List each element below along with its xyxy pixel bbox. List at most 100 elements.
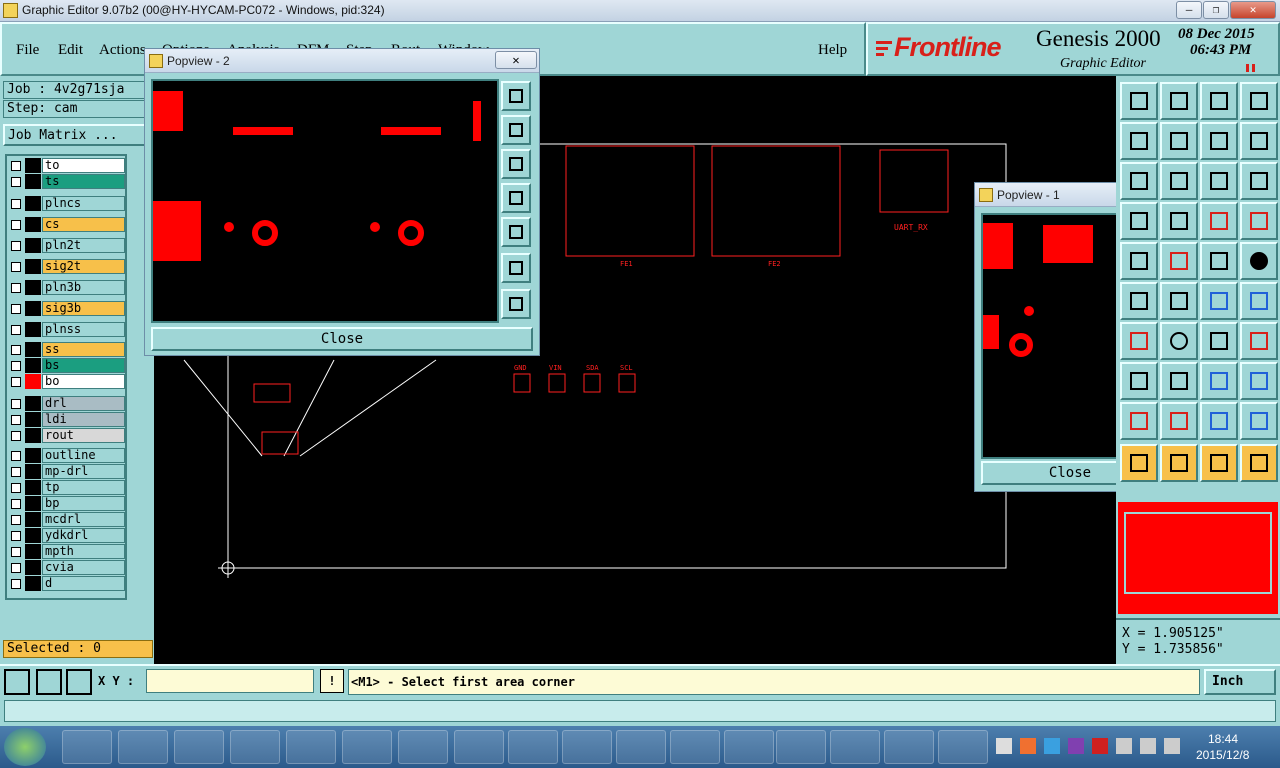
component-small[interactable] <box>261 431 299 455</box>
layer-name[interactable]: mp-drl <box>42 464 125 479</box>
layer-checkbox[interactable] <box>11 199 21 209</box>
layer-checkbox[interactable] <box>11 451 21 461</box>
restore-button[interactable]: ❐ <box>1203 1 1229 19</box>
tray-icon[interactable] <box>996 738 1012 754</box>
command-line[interactable] <box>4 700 1276 722</box>
popview-2-window[interactable]: Popview - 2 ✕ Close <box>144 48 540 356</box>
popview-2-x-button[interactable]: ✕ <box>495 51 537 69</box>
layer-name[interactable]: cvia <box>42 560 125 575</box>
layer-checkbox[interactable] <box>11 431 21 441</box>
tool-pan-left-icon[interactable] <box>1120 122 1158 160</box>
layer-row-bs[interactable]: bs <box>7 358 125 373</box>
tool-scale-icon[interactable] <box>1200 162 1238 200</box>
tool-move-up-icon[interactable] <box>1120 82 1158 120</box>
popview-1-view[interactable] <box>981 213 1123 459</box>
layer-name[interactable]: ydkdrl <box>42 528 125 543</box>
layer-row-mpth[interactable]: mpth <box>7 544 125 559</box>
pad-vin[interactable] <box>548 373 566 393</box>
tool-arc-icon[interactable] <box>1160 322 1198 360</box>
tool-text-icon[interactable] <box>1240 322 1278 360</box>
popview-2-tool-1[interactable] <box>501 81 531 111</box>
tool-move-down-icon[interactable] <box>1160 82 1198 120</box>
layer-row-mp-drl[interactable]: mp-drl <box>7 464 125 479</box>
layer-row-plncs[interactable]: plncs <box>7 196 125 211</box>
taskbar-x-window-icon[interactable] <box>616 730 666 764</box>
layer-name[interactable]: pln2t <box>42 238 125 253</box>
tool-draw-icon[interactable] <box>1120 322 1158 360</box>
tray-icon[interactable] <box>1020 738 1036 754</box>
popview-2-tool-2[interactable] <box>501 115 531 145</box>
taskbar-app-p-icon[interactable] <box>230 730 280 764</box>
taskbar-app-g-icon[interactable] <box>174 730 224 764</box>
tool-surface-2-icon[interactable] <box>1160 402 1198 440</box>
job-matrix-button[interactable]: Job Matrix ... <box>3 124 153 146</box>
tool-snap-icon[interactable] <box>1240 122 1278 160</box>
tool-delete-icon[interactable] <box>1160 282 1198 320</box>
tool-window-icon[interactable] <box>1240 82 1278 120</box>
layer-checkbox[interactable] <box>11 177 21 187</box>
flag-icon[interactable] <box>1164 738 1180 754</box>
layer-name[interactable]: outline <box>42 448 125 463</box>
layer-checkbox[interactable] <box>11 563 21 573</box>
tray-icon[interactable] <box>1092 738 1108 754</box>
popview-2-tool-5[interactable] <box>501 217 531 247</box>
layer-checkbox[interactable] <box>11 547 21 557</box>
layer-checkbox[interactable] <box>11 325 21 335</box>
layer-checkbox[interactable] <box>11 161 21 171</box>
layer-row-tp[interactable]: tp <box>7 480 125 495</box>
layer-row-bo[interactable]: bo <box>7 374 125 389</box>
layer-name[interactable]: plnss <box>42 322 125 337</box>
layer-name[interactable]: bs <box>42 358 125 373</box>
taskbar-save-icon[interactable] <box>118 730 168 764</box>
layer-row-to[interactable]: to <box>7 158 125 173</box>
tool-net-icon[interactable] <box>1200 202 1238 240</box>
taskbar-eye-icon[interactable] <box>398 730 448 764</box>
close-button[interactable]: ✕ <box>1230 1 1276 19</box>
layer-name[interactable]: tp <box>42 480 125 495</box>
tool-pointer-2-icon[interactable] <box>1160 444 1198 482</box>
layer-checkbox[interactable] <box>11 262 21 272</box>
start-button-icon[interactable] <box>4 728 46 766</box>
component-fe2[interactable] <box>711 145 841 257</box>
layer-name[interactable]: rout <box>42 428 125 443</box>
layer-row-pln3b[interactable]: pln3b <box>7 280 125 295</box>
tool-pad-icon[interactable] <box>1240 242 1278 280</box>
layer-checkbox[interactable] <box>11 377 21 387</box>
layer-name[interactable]: ss <box>42 342 125 357</box>
layer-row-drl[interactable]: drl <box>7 396 125 411</box>
layer-row-plnss[interactable]: plnss <box>7 322 125 337</box>
layer-name[interactable]: bo <box>42 374 125 389</box>
popview-2-tool-4[interactable] <box>501 183 531 213</box>
layer-name[interactable]: pln3b <box>42 280 125 295</box>
popview-2-tool-3[interactable] <box>501 149 531 179</box>
component-small[interactable] <box>253 383 291 403</box>
measure-icon[interactable] <box>36 669 62 695</box>
layer-row-cvia[interactable]: cvia <box>7 560 125 575</box>
layer-checkbox[interactable] <box>11 399 21 409</box>
layer-name[interactable]: d <box>42 576 125 591</box>
layer-row-ydkdrl[interactable]: ydkdrl <box>7 528 125 543</box>
tool-pointer-icon[interactable] <box>1120 444 1158 482</box>
taskbar-pdf-icon[interactable] <box>938 730 988 764</box>
popview-2-tool-6[interactable] <box>501 253 531 283</box>
tool-pointer-3-icon[interactable] <box>1200 444 1238 482</box>
tool-measure-2-icon[interactable] <box>1160 362 1198 400</box>
tool-measure-icon[interactable] <box>1120 362 1158 400</box>
snap-icon[interactable] <box>4 669 30 695</box>
taskbar-x-window-icon[interactable] <box>508 730 558 764</box>
layer-checkbox[interactable] <box>11 220 21 230</box>
taskbar-eye-2-icon[interactable] <box>830 730 880 764</box>
tool-ruler-icon[interactable] <box>1200 242 1238 280</box>
taskbar-x-window-icon[interactable] <box>776 730 826 764</box>
layer-row-cs[interactable]: cs <box>7 217 125 232</box>
layer-checkbox[interactable] <box>11 361 21 371</box>
tray-icon[interactable] <box>1044 738 1060 754</box>
tool-pan-right-icon[interactable] <box>1160 122 1198 160</box>
layer-name[interactable]: to <box>42 158 125 173</box>
layer-checkbox[interactable] <box>11 483 21 493</box>
layer-name[interactable]: cs <box>42 217 125 232</box>
tool-arc-2-icon[interactable] <box>1200 322 1238 360</box>
taskbar-shell-icon[interactable] <box>62 730 112 764</box>
component-fe1[interactable] <box>565 145 695 257</box>
taskbar-x-window-icon[interactable] <box>724 730 774 764</box>
